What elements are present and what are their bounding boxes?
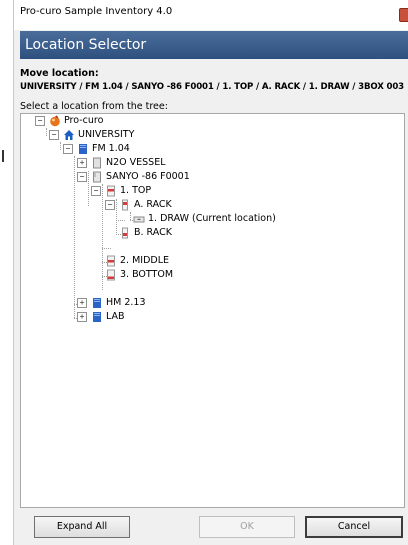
move-location-label: Move location: [20,68,99,79]
room-icon [79,144,87,154]
collapse-icon[interactable]: − [77,172,87,182]
tree-node-label: B. RACK [134,227,172,238]
select-location-label: Select a location from the tree: [20,101,168,112]
tree-node-label: 3. BOTTOM [120,269,174,280]
title-bar: Pro-curo Sample Inventory 4.0 [14,0,408,30]
collapse-icon[interactable]: − [91,186,101,196]
expand-icon[interactable]: + [77,312,87,322]
collapse-icon[interactable]: − [35,116,45,126]
tree-node-label: N2O VESSEL [106,157,166,168]
drawer-icon [133,216,145,223]
tree-node-label: 2. MIDDLE [120,255,170,266]
procuro-logo-icon [50,115,60,127]
shelf-icon [107,185,115,197]
tree-node-label: FM 1.04 [92,143,130,154]
rack-icon [122,199,128,211]
room-icon [93,298,101,308]
tree-node-label: Pro-curo [64,115,104,126]
tree-node-label: UNIVERSITY [78,129,135,140]
home-icon [64,130,74,140]
tree-node-label: 1. TOP [120,185,152,196]
expand-icon[interactable]: + [77,298,87,308]
tree-node-label: 1. DRAW (Current location) [148,213,276,224]
location-tree[interactable]: − Pro-curo − UNIVERSITY − FM 1.04 + N2O [20,113,405,508]
collapse-icon[interactable]: − [49,130,59,140]
move-location-path: UNIVERSITY / FM 1.04 / SANYO -86 F0001 /… [20,82,405,92]
vessel-icon [93,157,101,169]
tree-node-label: A. RACK [134,199,172,210]
shelf-icon [107,255,115,267]
ok-button[interactable]: OK [199,516,295,538]
background-window-mark [2,150,4,162]
room-icon [93,312,101,322]
rack-icon [122,227,128,239]
freezer-icon [93,171,101,183]
cancel-button[interactable]: Cancel [305,516,403,538]
dialog-header: Location Selector [20,31,408,59]
close-button[interactable] [399,8,408,22]
collapse-icon[interactable]: − [105,200,115,210]
shelf-icon [107,269,115,281]
expand-all-button[interactable]: Expand All [34,516,130,538]
background-window-edge [0,0,13,545]
tree-node-label: HM 2.13 [106,297,146,308]
tree-node-label: LAB [106,311,125,322]
tree-node-label: SANYO -86 F0001 [106,171,190,182]
expand-icon[interactable]: + [77,158,87,168]
collapse-icon[interactable]: − [63,144,73,154]
window-title: Pro-curo Sample Inventory 4.0 [20,6,173,17]
